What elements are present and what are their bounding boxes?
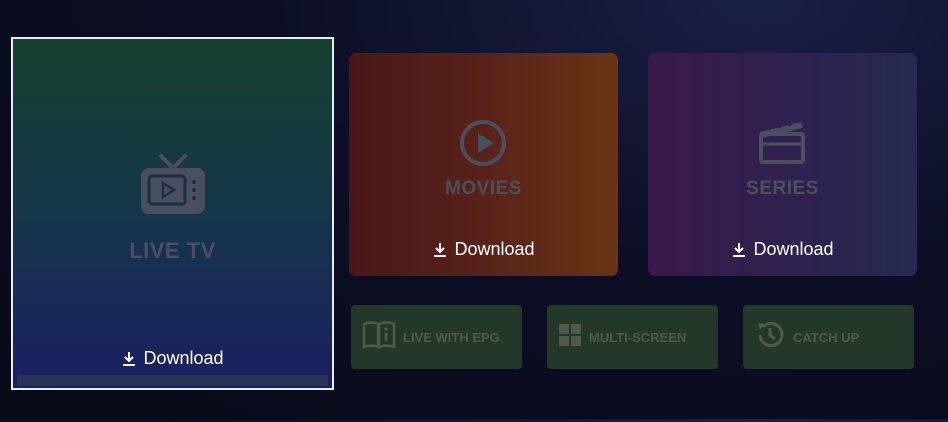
catch-up-button[interactable]: CATCH UP (743, 305, 914, 369)
live-tv-tile[interactable]: LIVE TV Download (11, 37, 334, 390)
tv-icon (137, 152, 209, 229)
download-label: Download (753, 239, 834, 259)
clapperboard-icon (757, 118, 807, 171)
history-icon (754, 319, 786, 356)
progress-strip (17, 375, 328, 386)
download-icon (432, 242, 448, 258)
multi-screen-button[interactable]: MULTI-SCREEN (547, 305, 718, 369)
live-with-epg-button[interactable]: LIVE WITH EPG (351, 305, 522, 369)
tile-title: MOVIES (445, 178, 522, 199)
shortcut-label: CATCH UP (793, 329, 860, 345)
download-icon (121, 351, 137, 367)
download-label: Download (143, 348, 224, 368)
shortcut-label: LIVE WITH EPG (403, 329, 500, 345)
download-icon (731, 242, 747, 258)
play-circle-icon (459, 119, 507, 172)
shortcut-label: MULTI-SCREEN (589, 329, 687, 345)
footer-text-cutoff (388, 408, 628, 422)
grid-icon (558, 323, 582, 352)
download-link[interactable]: Download (648, 239, 917, 260)
download-link[interactable]: Download (13, 348, 332, 369)
movies-tile[interactable]: MOVIES Download (349, 53, 618, 276)
tile-title: SERIES (746, 178, 819, 199)
tile-title: LIVE TV (129, 238, 216, 263)
download-link[interactable]: Download (349, 239, 618, 260)
download-label: Download (454, 239, 535, 259)
epg-book-icon (362, 320, 396, 355)
series-tile[interactable]: SERIES Download (648, 53, 917, 276)
